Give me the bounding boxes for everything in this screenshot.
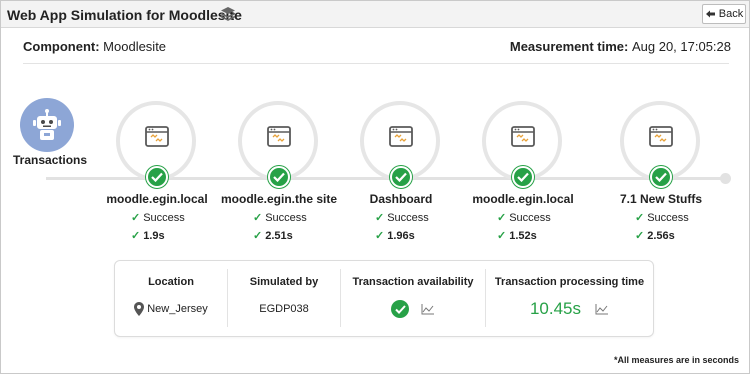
transaction-step[interactable]: moodle.egin.local ✓ Success ✓ 1.9s (97, 101, 217, 246)
step-time: ✓ 2.51s (253, 230, 293, 242)
browser-window-icon (389, 126, 413, 147)
layers-icon (220, 7, 236, 21)
availability-check-icon (391, 300, 409, 318)
transaction-step[interactable]: moodle.egin.the site ✓ Success ✓ 2.51s (219, 101, 339, 246)
component-value: Moodlesite (103, 39, 167, 54)
location-value: New_Jersey (147, 303, 208, 315)
step-name: 7.1 New Stuffs (619, 192, 703, 206)
simulated-by-header: Simulated by (249, 276, 319, 288)
processing-time-value: 10.45s (529, 299, 582, 318)
simulated-by-column: Simulated by EGDP038 (228, 261, 340, 336)
success-check-icon (268, 166, 290, 188)
measurement-time-label: Measurement time: (509, 39, 629, 54)
location-header: Location (148, 276, 194, 288)
component-label: Component: (23, 39, 100, 54)
browser-window-icon (267, 126, 291, 147)
check-icon: ✓ (635, 230, 645, 242)
transaction-summary-card: Location New_Jersey Simulated by EGDP038… (114, 260, 654, 337)
transaction-step[interactable]: moodle.egin.local ✓ Success ✓ 1.52s (463, 101, 583, 246)
step-status: ✓ Success (375, 212, 429, 224)
browser-window-icon (511, 126, 535, 147)
availability-column: Transaction availability (341, 261, 485, 336)
step-status: ✓ Success (497, 212, 551, 224)
browser-window-icon (145, 126, 169, 147)
step-name: moodle.egin.the site (220, 192, 337, 206)
availability-header: Transaction availability (352, 276, 474, 288)
step-time: ✓ 1.52s (497, 230, 537, 242)
check-icon: ✓ (497, 230, 507, 242)
timeline-end-dot (720, 173, 731, 184)
panel-title: Web App Simulation for Moodlesite (7, 7, 242, 23)
availability-trend-icon[interactable] (421, 303, 435, 315)
measurement-time-info: Measurement time: Aug 20, 17:05:28 (510, 39, 731, 54)
back-button-label: Back (718, 8, 744, 20)
step-status: ✓ Success (131, 212, 185, 224)
check-icon: ✓ (253, 212, 263, 224)
transaction-step[interactable]: 7.1 New Stuffs ✓ Success ✓ 2.56s (601, 101, 721, 246)
step-name: moodle.egin.local (106, 192, 208, 206)
transactions-label: Transactions (13, 153, 88, 167)
title-bar: Web App Simulation for Moodlesite Back (1, 1, 749, 28)
check-icon: ✓ (131, 212, 141, 224)
check-icon: ✓ (375, 230, 385, 242)
step-name: moodle.egin.local (472, 192, 574, 206)
robot-icon (20, 98, 74, 152)
browser-window-icon (649, 126, 673, 147)
success-check-icon (390, 166, 412, 188)
step-name: Dashboard (369, 192, 433, 206)
success-check-icon (146, 166, 168, 188)
back-arrow-icon (705, 10, 715, 18)
header-divider (23, 63, 729, 64)
measurement-time-value: Aug 20, 17:05:28 (631, 39, 731, 54)
step-time: ✓ 1.96s (375, 230, 415, 242)
component-info: Component: Moodlesite (23, 39, 166, 54)
processing-time-header: Transaction processing time (494, 276, 645, 288)
success-check-icon (650, 166, 672, 188)
step-time: ✓ 1.9s (131, 230, 165, 242)
simulated-by-value: EGDP038 (259, 303, 309, 315)
success-check-icon (512, 166, 534, 188)
transaction-step[interactable]: Dashboard ✓ Success ✓ 1.96s (341, 101, 461, 246)
check-icon: ✓ (131, 230, 141, 242)
step-status: ✓ Success (635, 212, 689, 224)
step-time: ✓ 2.56s (635, 230, 675, 242)
measures-footnote: *All measures are in seconds (613, 355, 739, 365)
check-icon: ✓ (635, 212, 645, 224)
check-icon: ✓ (253, 230, 263, 242)
check-icon: ✓ (497, 212, 507, 224)
processing-time-column: Transaction processing time 10.45s (486, 261, 653, 336)
step-status: ✓ Success (253, 212, 307, 224)
location-column: Location New_Jersey (115, 261, 227, 336)
check-icon: ✓ (375, 212, 385, 224)
back-button[interactable]: Back (702, 4, 746, 24)
processing-time-trend-icon[interactable] (595, 303, 609, 315)
web-app-simulation-panel: Web App Simulation for Moodlesite Back C… (0, 0, 750, 374)
location-pin-icon (134, 302, 145, 316)
